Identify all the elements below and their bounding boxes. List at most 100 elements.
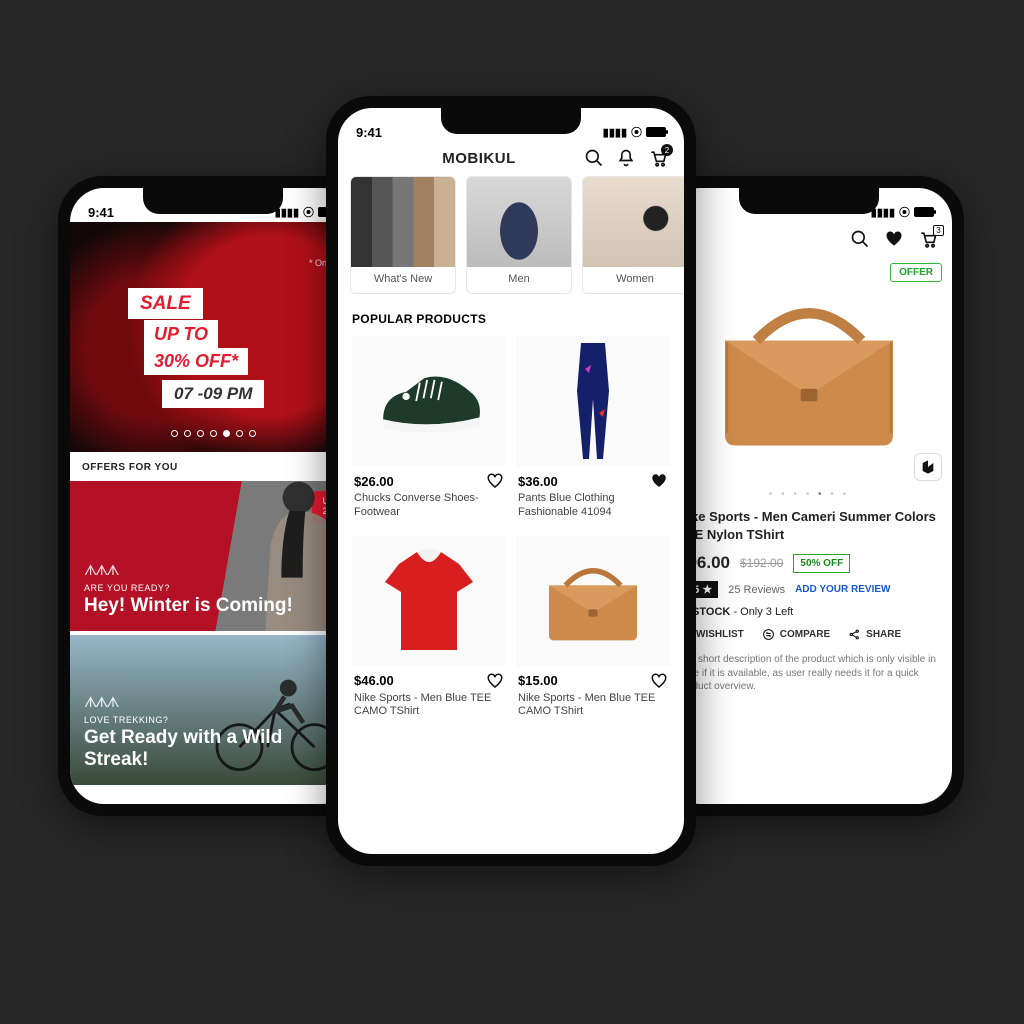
hero-banner[interactable]: * Only on SALE UP TO 30% OFF* 07 -09 PM [70,222,356,452]
compare-label: COMPARE [780,629,830,640]
hero-sale: SALE [128,288,203,319]
screen-left: 9:41 ▮▮▮▮ ⦿ * Only on SALE UP TO 30% OFF… [70,188,356,804]
product-name: Chucks Converse Shoes-Footwear [352,490,506,530]
phone-right: 9:41 ▮▮▮▮ ⦿ ← 3 OFFER [654,176,964,816]
product-card[interactable]: $46.00 Nike Sports - Men Blue TEE CAMO T… [352,536,506,730]
category-label: What's New [351,267,455,293]
offer-ornament: ᗑᗑᗑ [84,563,293,579]
wifi-icon: ⦿ [631,124,642,140]
product-name: Nike Sports - Men Blue TEE CAMO TShirt [516,690,670,730]
top-bar: MOBIKUL 2 [338,142,684,176]
screen-center: 9:41 ▮▮▮▮ ⦿ MOBIKUL 2 Wha [338,108,684,854]
notch [739,188,879,214]
bag-illustration [704,287,914,457]
status-icons: ▮▮▮▮ ⦿ [603,124,666,140]
category-image [583,177,684,267]
stock-tail: - Only 3 Left [730,606,793,618]
product-price: $15.00 [518,673,558,688]
product-body: Nike Sports - Men Cameri Summer Colors T… [666,508,952,694]
battery-icon [646,127,666,137]
review-count[interactable]: 25 Reviews [728,584,785,596]
wishlist-label: WISHLIST [696,629,744,640]
product-card[interactable]: $36.00 Pants Blue Clothing Fashionable 4… [516,336,670,530]
screen-right: 9:41 ▮▮▮▮ ⦿ ← 3 OFFER [666,188,952,804]
cart-badge: 3 [933,225,944,236]
category-label: Women [583,267,684,293]
cart-icon[interactable]: 2 [648,148,668,168]
wishlist-icon[interactable] [650,672,668,690]
product-description: The short description of the product whi… [678,653,940,694]
price-original: $192.00 [740,556,783,570]
phone-center: 9:41 ▮▮▮▮ ⦿ MOBIKUL 2 Wha [326,96,696,866]
category-whats-new[interactable]: What's New [350,176,456,294]
category-men[interactable]: Men [466,176,572,294]
search-icon[interactable] [850,229,870,249]
ar-view-button[interactable] [914,453,942,481]
product-card[interactable]: $26.00 Chucks Converse Shoes-Footwear [352,336,506,530]
status-time: 9:41 [356,125,382,140]
category-row[interactable]: What's New Men Women [338,176,684,294]
hero-off: 30% OFF* [144,348,248,375]
product-price: $46.00 [354,673,394,688]
wishlist-icon[interactable] [650,472,668,490]
signal-icon: ▮▮▮▮ [603,126,627,139]
notch [441,108,581,134]
battery-icon [914,207,934,217]
offer-badge: OFFER [890,263,942,282]
offer-title: Hey! Winter is Coming! [84,595,293,617]
shoe-icon [374,361,484,441]
wishlist-icon[interactable] [486,672,504,690]
hero-upto: UP TO [144,320,218,349]
offer-title: Get Ready with a Wild Streak! [84,727,299,771]
search-icon[interactable] [584,148,604,168]
cart-icon[interactable]: 3 [918,229,938,249]
carousel-dots[interactable] [70,424,356,442]
share-button[interactable]: SHARE [848,628,901,641]
hero-time: 07 -09 PM [162,380,264,408]
product-name: Nike Sports - Men Blue TEE CAMO TShirt [352,690,506,730]
offer-card-winter[interactable]: UP 20% O ᗑᗑᗑ ARE YOU READY? Hey! Winter … [70,481,356,631]
cart-badge: 2 [661,144,673,156]
wishlist-icon[interactable] [884,229,904,249]
product-price: $36.00 [518,474,558,489]
product-image [516,336,670,466]
pants-icon [563,341,623,461]
wishlist-icon[interactable] [486,472,504,490]
brand-title: MOBIKUL [386,150,572,167]
product-title: Nike Sports - Men Cameri Summer Colors T… [678,508,940,543]
product-hero-image[interactable]: OFFER [666,257,952,487]
phone-left: 9:41 ▮▮▮▮ ⦿ * Only on SALE UP TO 30% OFF… [58,176,368,816]
add-review-link[interactable]: ADD YOUR REVIEW [795,584,890,595]
product-image [352,336,506,466]
product-card[interactable]: $15.00 Nike Sports - Men Blue TEE CAMO T… [516,536,670,730]
tshirt-icon [379,546,479,656]
category-image [467,177,571,267]
status-icons: ▮▮▮▮ ⦿ [871,204,934,220]
wifi-icon: ⦿ [303,204,314,220]
offer-subtitle: ARE YOU READY? [84,583,293,593]
product-price: $26.00 [354,474,394,489]
product-actions: WISHLIST COMPARE SHARE [678,628,940,641]
notch [143,188,283,214]
discount-badge: 50% OFF [793,554,850,573]
product-image [352,536,506,666]
bag-icon [538,556,648,646]
notifications-icon[interactable] [616,148,636,168]
stock-status: IN STOCK - Only 3 Left [678,606,940,618]
product-name: Pants Blue Clothing Fashionable 41094 [516,490,670,530]
product-image [516,536,670,666]
image-pager-dots[interactable]: • • • • • • • [666,487,952,508]
offers-section-title: OFFERS FOR YOU [70,452,356,481]
status-time: 9:41 [88,205,114,220]
category-women[interactable]: Women [582,176,684,294]
offer-card-trek[interactable]: ᗑᗑᗑ LOVE TREKKING? Get Ready with a Wild… [70,635,356,785]
share-label: SHARE [866,629,901,640]
wifi-icon: ⦿ [899,204,910,220]
offer-subtitle: LOVE TREKKING? [84,715,299,725]
offer-ornament: ᗑᗑᗑ [84,695,299,711]
top-bar: ← 3 [666,222,952,257]
popular-section-title: POPULAR PRODUCTS [338,294,684,336]
product-grid: $26.00 Chucks Converse Shoes-Footwear [338,336,684,729]
compare-button[interactable]: COMPARE [762,628,830,641]
category-image [351,177,455,267]
